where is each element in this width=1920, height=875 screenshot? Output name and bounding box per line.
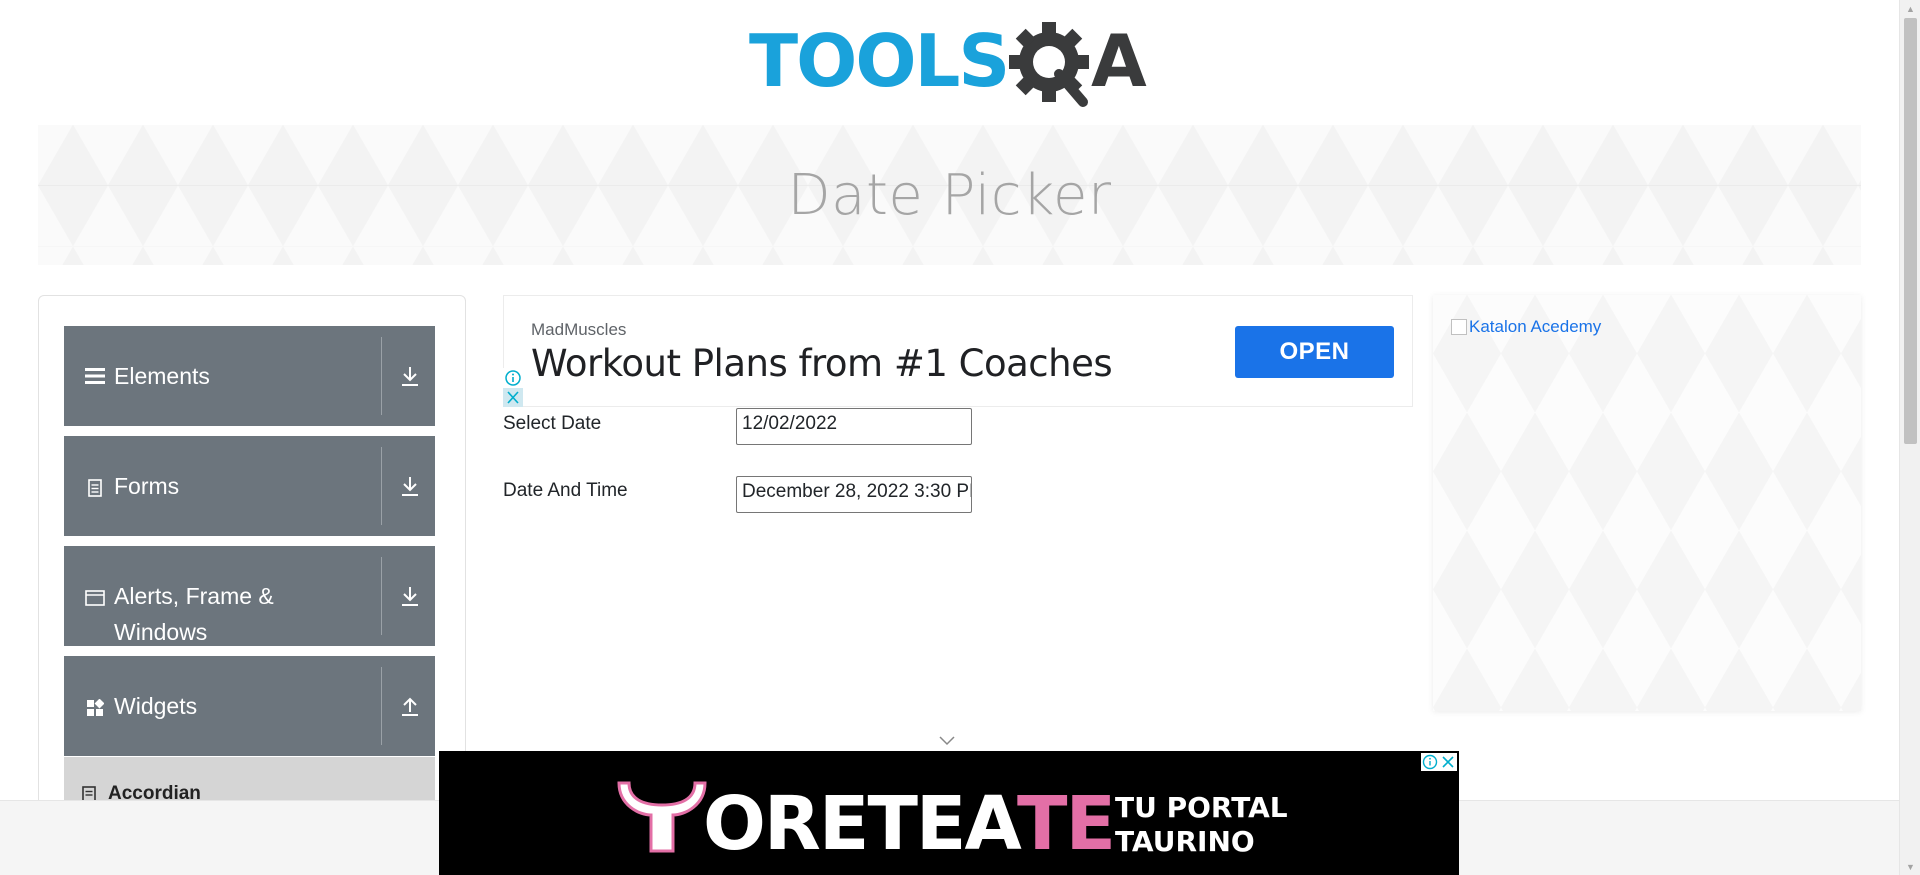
list-icon	[85, 366, 105, 386]
menu-group-forms[interactable]: Forms	[64, 436, 435, 536]
katalon-ad-alt-text: Katalon Acedemy	[1469, 317, 1602, 336]
menu-group-widgets[interactable]: Widgets	[64, 656, 435, 756]
menu-group-label: Alerts, Frame &	[114, 583, 274, 609]
ad-close-icon[interactable]	[503, 388, 523, 407]
divider	[381, 557, 382, 635]
katalon-ad-image[interactable]: Katalon Acedemy	[1451, 317, 1601, 337]
logo-text-tools: TOOLS	[749, 19, 1008, 103]
download-arrow-icon[interactable]	[394, 580, 426, 612]
ad-banner-top[interactable]: MadMuscles Workout Plans from #1 Coaches…	[503, 295, 1413, 407]
ad-tagline-1: TU PORTAL	[1115, 791, 1288, 824]
ad-brand-text-main: ORETEA	[703, 781, 1021, 861]
yoreteate-logo[interactable]: ORETEA TE TU PORTAL TAURINO	[609, 765, 1289, 867]
vertical-scrollbar[interactable]: ▲ ▼	[1899, 0, 1920, 875]
broken-image-icon	[1451, 319, 1467, 335]
page-banner: Date Picker	[38, 125, 1861, 265]
select-date-input[interactable]: 12/02/2022	[736, 408, 972, 445]
bull-horns-icon	[617, 781, 707, 853]
grid-icon	[85, 698, 105, 718]
download-arrow-icon[interactable]	[394, 360, 426, 392]
menu-group-label: Elements	[114, 363, 210, 389]
scroll-up-arrow-icon[interactable]: ▲	[1900, 0, 1920, 17]
ad-banner-bottom[interactable]: ORETEA TE TU PORTAL TAURINO	[439, 751, 1459, 875]
select-date-label: Select Date	[503, 413, 602, 434]
right-ad-panel[interactable]: Katalon Acedemy	[1433, 295, 1861, 711]
ad-tagline-2: TAURINO	[1115, 825, 1255, 858]
ad-brand-text-accent: TE	[1017, 781, 1114, 861]
date-time-input[interactable]: December 28, 2022 3:30 PM	[736, 476, 972, 513]
logo-text-a: A	[1091, 19, 1147, 103]
gear-icon	[1009, 22, 1089, 107]
menu-group-alerts-frame-windows[interactable]: Alerts, Frame & Windows	[64, 546, 435, 646]
scroll-thumb[interactable]	[1904, 18, 1917, 444]
page-title: Date Picker	[787, 162, 1112, 228]
menu-group-label: Forms	[114, 473, 180, 499]
download-arrow-icon[interactable]	[394, 470, 426, 502]
menu-group-label-line2: Windows	[114, 619, 208, 645]
scroll-down-arrow-icon[interactable]: ▼	[1900, 858, 1920, 875]
ad-info-icon[interactable]	[1421, 753, 1439, 771]
ad-open-button[interactable]: OPEN	[1235, 326, 1394, 378]
toolsqa-logo[interactable]: TOOLS A	[749, 18, 1153, 114]
menu-group-label: Widgets	[114, 693, 198, 719]
menu-group-elements[interactable]: Elements	[64, 326, 435, 426]
divider	[381, 447, 382, 525]
ad-info-icon[interactable]	[503, 368, 523, 388]
window-icon	[85, 588, 105, 608]
divider	[381, 337, 382, 415]
ad-headline[interactable]: Workout Plans from #1 Coaches	[531, 342, 1113, 385]
divider	[381, 667, 382, 745]
document-icon	[85, 478, 105, 498]
upload-arrow-icon[interactable]	[394, 690, 426, 722]
ad-close-icon[interactable]	[1439, 753, 1457, 771]
ad-brand: MadMuscles	[531, 320, 627, 339]
chevron-down-icon[interactable]	[937, 733, 957, 747]
date-time-label: Date And Time	[503, 480, 628, 501]
